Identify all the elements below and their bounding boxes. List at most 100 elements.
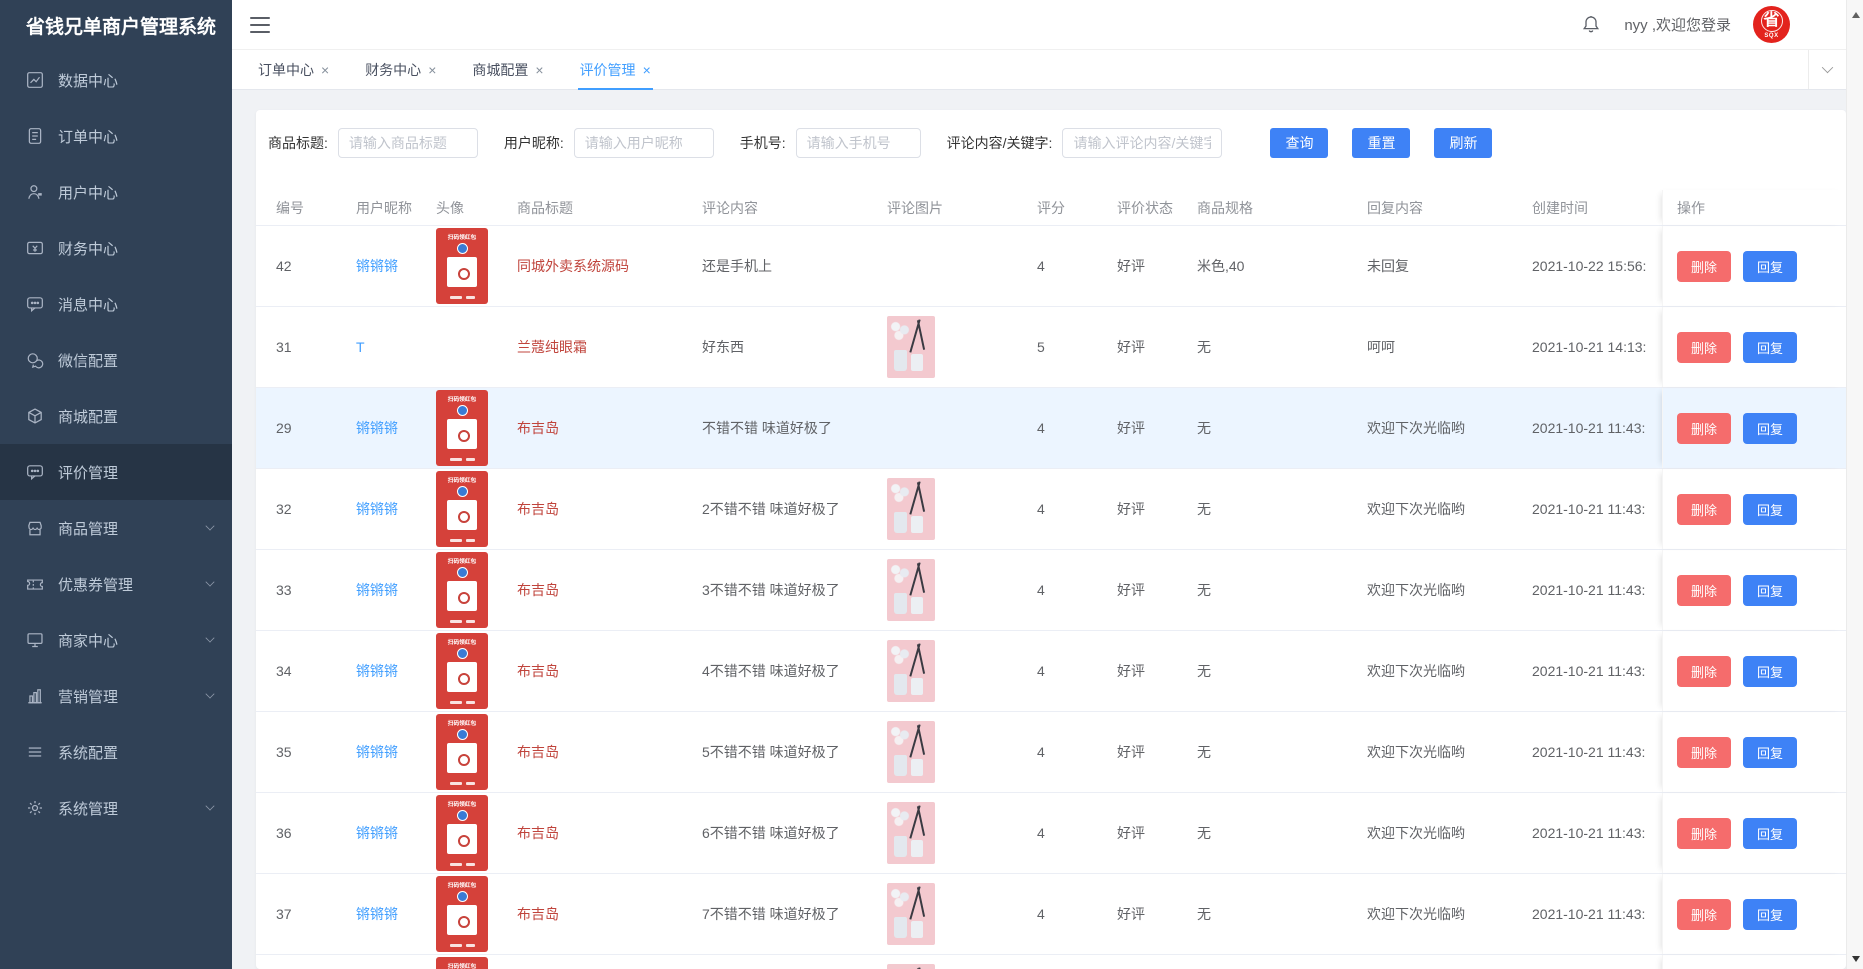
- cell-nickname[interactable]: 锵锵锵: [356, 906, 398, 922]
- sidebar-item-order-center[interactable]: 订单中心: [0, 108, 232, 164]
- sidebar-item-marketing[interactable]: 营销管理: [0, 668, 232, 724]
- scroll-up-arrow-icon[interactable]: [1847, 6, 1863, 23]
- sidebar-item-finance-center[interactable]: 财务中心: [0, 220, 232, 276]
- cell-avatar: 扫码领红包: [416, 714, 497, 790]
- cell-nickname[interactable]: 锵锵锵: [356, 582, 398, 598]
- tab-list-dropdown[interactable]: [1808, 50, 1846, 89]
- cell-review-image: [867, 721, 1017, 783]
- cell-nickname[interactable]: 锵锵锵: [356, 258, 398, 274]
- sidebar-item-label: 优惠券管理: [58, 574, 206, 595]
- tab-订单中心[interactable]: 订单中心×: [256, 50, 331, 89]
- cell-id: 35: [256, 744, 336, 760]
- user-qr-avatar: 扫码领红包: [436, 714, 488, 790]
- delete-button[interactable]: 删除: [1677, 575, 1731, 606]
- cell-nickname[interactable]: 锵锵锵: [356, 501, 398, 517]
- sidebar-item-system-config[interactable]: 系统配置: [0, 724, 232, 780]
- reply-button[interactable]: 回复: [1743, 818, 1797, 849]
- cell-id: 34: [256, 663, 336, 679]
- hamburger-icon[interactable]: [250, 17, 270, 33]
- sidebar-item-mall-config[interactable]: 商城配置: [0, 388, 232, 444]
- sidebar-item-coupon-manage[interactable]: 优惠券管理: [0, 556, 232, 612]
- cell-actions: 删除回复: [1662, 874, 1846, 954]
- cell-rating: 4: [1017, 420, 1097, 436]
- filter-group: 用户昵称:: [504, 128, 714, 158]
- qr-avatar-footer: [450, 863, 475, 866]
- vertical-scrollbar[interactable]: [1846, 0, 1863, 969]
- search-button[interactable]: 查询: [1270, 128, 1328, 158]
- delete-button[interactable]: 删除: [1677, 332, 1731, 363]
- delete-button[interactable]: 删除: [1677, 737, 1731, 768]
- delete-button[interactable]: 删除: [1677, 251, 1731, 282]
- sidebar-item-message-center[interactable]: 消息中心: [0, 276, 232, 332]
- cell-product-title[interactable]: 兰蔻纯眼霜: [517, 339, 587, 355]
- sidebar-item-data-center[interactable]: 数据中心: [0, 52, 232, 108]
- cell-reply: 欢迎下次光临哟: [1347, 742, 1512, 762]
- tab-close-icon[interactable]: ×: [321, 63, 329, 77]
- reply-button[interactable]: 回复: [1743, 575, 1797, 606]
- qr-code-icon: [447, 905, 477, 935]
- comment-icon: [26, 463, 44, 481]
- cell-nickname[interactable]: T: [356, 339, 365, 355]
- cell-product-title[interactable]: 布吉岛: [517, 420, 559, 436]
- cell-actions: [1662, 955, 1846, 969]
- cell-spec: 无: [1177, 418, 1347, 438]
- cell-reply: 欢迎下次光临哟: [1347, 580, 1512, 600]
- reset-button[interactable]: 重置: [1352, 128, 1410, 158]
- cell-review-image: [867, 427, 1017, 430]
- cell-nickname[interactable]: 锵锵锵: [356, 825, 398, 841]
- cell-created-time: 2021-10-21 11:43:: [1512, 582, 1662, 598]
- tab-close-icon[interactable]: ×: [643, 63, 651, 77]
- reply-button[interactable]: 回复: [1743, 413, 1797, 444]
- cell-product-title[interactable]: 布吉岛: [517, 744, 559, 760]
- sidebar-item-merchant-center[interactable]: 商家中心: [0, 612, 232, 668]
- cell-status: 好评: [1097, 499, 1177, 519]
- reply-button[interactable]: 回复: [1743, 332, 1797, 363]
- cell-product-title[interactable]: 同城外卖系统源码: [517, 258, 629, 274]
- cell-product-title[interactable]: 布吉岛: [517, 906, 559, 922]
- cell-nickname[interactable]: 锵锵锵: [356, 663, 398, 679]
- cell-nickname[interactable]: 锵锵锵: [356, 420, 398, 436]
- delete-button[interactable]: 删除: [1677, 818, 1731, 849]
- cell-product-title[interactable]: 布吉岛: [517, 582, 559, 598]
- tab-评价管理[interactable]: 评价管理×: [578, 50, 653, 89]
- delete-button[interactable]: 删除: [1677, 413, 1731, 444]
- sidebar-item-user-center[interactable]: 用户中心: [0, 164, 232, 220]
- sidebar-item-review-manage[interactable]: 评价管理: [0, 444, 232, 500]
- filter-input[interactable]: [338, 128, 478, 158]
- cell-product-title[interactable]: 布吉岛: [517, 663, 559, 679]
- tab-close-icon[interactable]: ×: [535, 63, 543, 77]
- qr-avatar-footer: [450, 458, 475, 461]
- filter-input[interactable]: [1062, 128, 1222, 158]
- reply-button[interactable]: 回复: [1743, 251, 1797, 282]
- cell-id: 42: [256, 258, 336, 274]
- delete-button[interactable]: 删除: [1677, 656, 1731, 687]
- reply-button[interactable]: 回复: [1743, 737, 1797, 768]
- avatar[interactable]: 省 SQX: [1753, 6, 1790, 43]
- scroll-down-arrow-icon[interactable]: [1847, 950, 1863, 967]
- delete-button[interactable]: 删除: [1677, 494, 1731, 525]
- sidebar-item-system-manage[interactable]: 系统管理: [0, 780, 232, 836]
- sidebar-item-goods-manage[interactable]: 商品管理: [0, 500, 232, 556]
- filter-input[interactable]: [574, 128, 714, 158]
- cell-spec: 无: [1177, 904, 1347, 924]
- qr-avatar-logo-icon: [457, 486, 468, 497]
- cell-nickname[interactable]: 锵锵锵: [356, 744, 398, 760]
- chevron-down-icon: [1822, 62, 1833, 73]
- refresh-button[interactable]: 刷新: [1434, 128, 1492, 158]
- tab-财务中心[interactable]: 财务中心×: [363, 50, 438, 89]
- sidebar-item-wechat-config[interactable]: 微信配置: [0, 332, 232, 388]
- bell-icon[interactable]: [1580, 14, 1602, 36]
- tab-close-icon[interactable]: ×: [428, 63, 436, 77]
- filter-input[interactable]: [796, 128, 921, 158]
- delete-button[interactable]: 删除: [1677, 899, 1731, 930]
- reply-button[interactable]: 回复: [1743, 899, 1797, 930]
- cell-reply: 欢迎下次光临哟: [1347, 499, 1512, 519]
- column-header: 用户昵称: [336, 198, 416, 218]
- cell-product-title[interactable]: 布吉岛: [517, 825, 559, 841]
- table-row-partial: 扫码领红包: [256, 955, 1846, 969]
- reply-button[interactable]: 回复: [1743, 494, 1797, 525]
- cell-product-title[interactable]: 布吉岛: [517, 501, 559, 517]
- coupon-icon: [26, 575, 44, 593]
- tab-商城配置[interactable]: 商城配置×: [470, 50, 545, 89]
- reply-button[interactable]: 回复: [1743, 656, 1797, 687]
